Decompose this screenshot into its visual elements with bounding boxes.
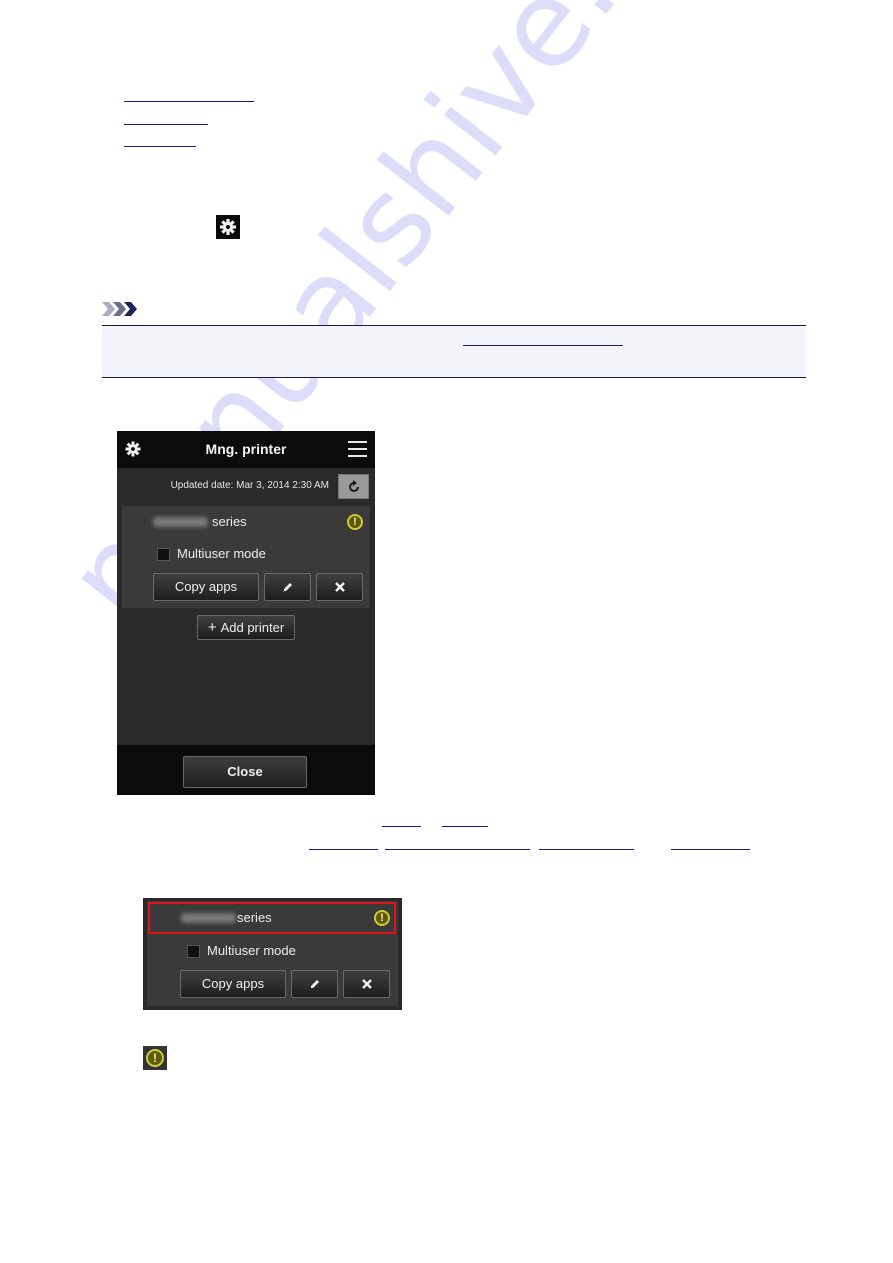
multiuser-label: Multiuser mode — [177, 546, 266, 561]
printer-name-suffix: series — [212, 514, 247, 529]
pencil-icon — [310, 980, 319, 988]
edit-button[interactable] — [264, 573, 311, 601]
app-header: Mng. printer — [117, 431, 375, 468]
warning-icon: ! — [146, 1049, 164, 1067]
delete-button[interactable] — [316, 573, 363, 601]
multiuser-label: Multiuser mode — [207, 943, 296, 958]
printer-card: series ! Multiuser mode Copy apps — [122, 506, 370, 608]
printer-name-highlight — [148, 902, 396, 934]
link-5[interactable] — [442, 826, 488, 827]
warning-icon-inline: ! — [143, 1046, 167, 1070]
plus-icon: + — [207, 619, 217, 636]
note-body — [102, 326, 806, 377]
refresh-icon — [349, 480, 359, 492]
link-4[interactable] — [382, 826, 421, 827]
link-8[interactable] — [539, 849, 634, 850]
printer-card-crop: series ! Multiuser mode Copy apps — [143, 898, 402, 1010]
link-2[interactable] — [124, 124, 208, 125]
printer-row[interactable]: series ! — [122, 506, 370, 536]
edit-button[interactable] — [291, 970, 338, 998]
link-7[interactable] — [385, 849, 530, 850]
pencil-icon — [282, 583, 292, 592]
gear-icon — [216, 215, 240, 239]
app-footer: Close — [117, 745, 375, 795]
multiuser-checkbox[interactable] — [157, 548, 170, 561]
note-chevrons-icon — [102, 302, 140, 321]
multiuser-checkbox[interactable] — [187, 945, 200, 958]
menu-icon[interactable] — [348, 441, 367, 457]
close-button[interactable]: Close — [183, 756, 307, 788]
copy-apps-button[interactable]: Copy apps — [153, 573, 259, 601]
link-1[interactable] — [124, 101, 254, 102]
refresh-button[interactable] — [338, 474, 369, 499]
link-9[interactable] — [671, 849, 750, 850]
app-screenshot-mng-printer: Mng. printer Updated date: Mar 3, 2014 2… — [117, 431, 375, 795]
close-x-icon — [361, 979, 372, 989]
delete-button[interactable] — [343, 970, 390, 998]
note-rule-bottom — [102, 377, 806, 378]
note-link[interactable] — [463, 345, 623, 346]
add-printer-label: Add printer — [220, 620, 285, 635]
close-x-icon — [334, 582, 345, 592]
updated-date: Updated date: Mar 3, 2014 2:30 AM — [170, 480, 329, 491]
warning-icon[interactable]: ! — [347, 514, 363, 530]
copy-apps-button[interactable]: Copy apps — [180, 970, 286, 998]
link-6[interactable] — [309, 849, 378, 850]
add-printer-button[interactable]: + Add printer — [197, 615, 295, 640]
link-3[interactable] — [124, 146, 196, 147]
printer-name-blurred — [153, 517, 208, 527]
app-title: Mng. printer — [205, 441, 287, 457]
